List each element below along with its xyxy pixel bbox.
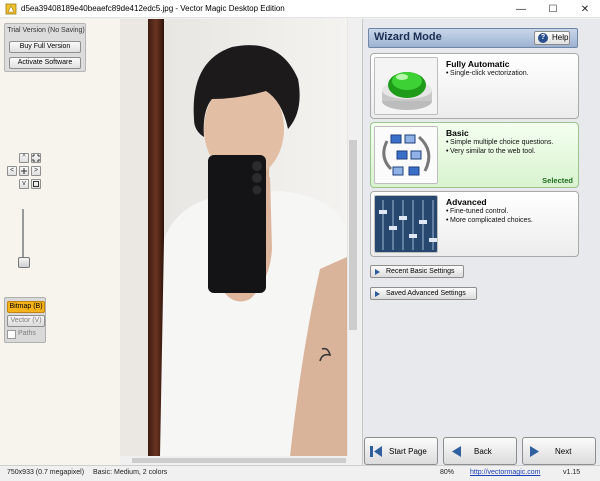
option-title: Fully Automatic [446,59,510,69]
status-mode: Basic: Medium, 2 colors [93,469,168,476]
pan-up-button[interactable]: ^ [19,153,29,163]
option-title: Advanced [446,197,487,207]
vertical-scroll-thumb[interactable] [349,140,357,330]
zoom-slider-thumb[interactable] [18,257,30,268]
button-label: Recent Basic Settings [386,268,455,275]
next-button[interactable]: Next [522,437,596,465]
bullet-icon: • [446,208,449,215]
bullet-icon: • [446,148,449,155]
fully-automatic-option[interactable]: Fully Automatic • Single-click vectoriza… [370,53,579,119]
photo-image [120,19,347,456]
bullet-icon: • [446,217,449,224]
left-toolbar: Trial Version (No Saving) Buy Full Versi… [0,19,120,465]
back-button[interactable]: Back [443,437,517,465]
maximize-icon[interactable]: ☐ [538,0,568,18]
bullet-icon: • [446,70,449,77]
saved-advanced-settings-button[interactable]: Saved Advanced Settings [370,287,477,300]
pan-left-button[interactable]: < [7,166,17,176]
buy-full-version-button[interactable]: Buy Full Version [9,41,81,53]
button-label: Next [555,447,572,456]
play-icon [375,291,380,297]
activate-software-button[interactable]: Activate Software [9,57,81,69]
view-mode-box: Bitmap (B) Vector (V) Paths [4,297,46,343]
paths-label: Paths [18,330,36,337]
paths-checkbox[interactable] [7,330,16,339]
advanced-option[interactable]: Advanced • Fine-tuned control. • More co… [370,191,579,257]
button-label: Back [474,447,492,456]
selected-label: Selected [542,176,573,185]
back-arrow-icon [452,446,461,457]
website-link[interactable]: http://vectormagic.com [470,469,540,476]
next-arrow-icon [530,446,539,457]
mixing-board-icon [374,195,438,253]
help-label: Help [552,33,569,42]
recent-basic-settings-button[interactable]: Recent Basic Settings [370,265,464,278]
start-page-button[interactable]: Start Page [364,437,438,465]
basic-option[interactable]: Basic • Simple multiple choice questions… [370,122,579,188]
bitmap-view-button[interactable]: Bitmap (B) [7,301,45,313]
button-label: Saved Advanced Settings [386,290,466,297]
bullet-icon: • [446,139,449,146]
help-button[interactable]: ? Help [534,31,570,45]
help-icon: ? [538,33,548,43]
option-bullet: Very similar to the web tool. [450,148,536,155]
vector-view-button[interactable]: Vector (V) [7,315,45,327]
pan-right-button[interactable]: > [31,166,41,176]
horizontal-scroll-thumb[interactable] [132,458,346,463]
option-bullet: Fine-tuned control. [450,208,509,215]
trial-label: Trial Version (No Saving) [7,27,85,34]
option-title: Basic [446,128,469,138]
status-dimensions: 750x933 (0.7 megapixel) [7,469,85,476]
title-bar[interactable]: d5ea39408189e40beaefc89de412edc5.jpg - V… [0,0,600,18]
zoom-fit-icon[interactable] [31,153,41,163]
window-title: d5ea39408189e40beaefc89de412edc5.jpg - V… [21,4,285,13]
image-canvas[interactable] [120,19,347,456]
play-icon [375,269,380,275]
app-icon [5,3,17,15]
status-zoom: 80% [440,469,455,476]
center-view-icon[interactable] [19,166,29,176]
minimize-icon[interactable]: — [506,0,536,18]
start-page-icon [370,446,382,457]
zoom-actual-icon[interactable] [31,179,41,189]
option-bullet: Single-click vectorization. [450,70,529,77]
pan-down-button[interactable]: v [19,179,29,189]
flowchart-icon [374,126,438,184]
status-version: v1.15 [563,469,581,476]
button-label: Start Page [389,447,427,456]
option-bullet: More complicated choices. [450,217,533,224]
trial-box: Trial Version (No Saving) Buy Full Versi… [4,23,86,72]
close-icon[interactable]: ✕ [570,0,600,18]
option-bullet: Simple multiple choice questions. [450,139,554,146]
green-button-icon [374,57,438,115]
wizard-title: Wizard Mode [374,31,442,43]
